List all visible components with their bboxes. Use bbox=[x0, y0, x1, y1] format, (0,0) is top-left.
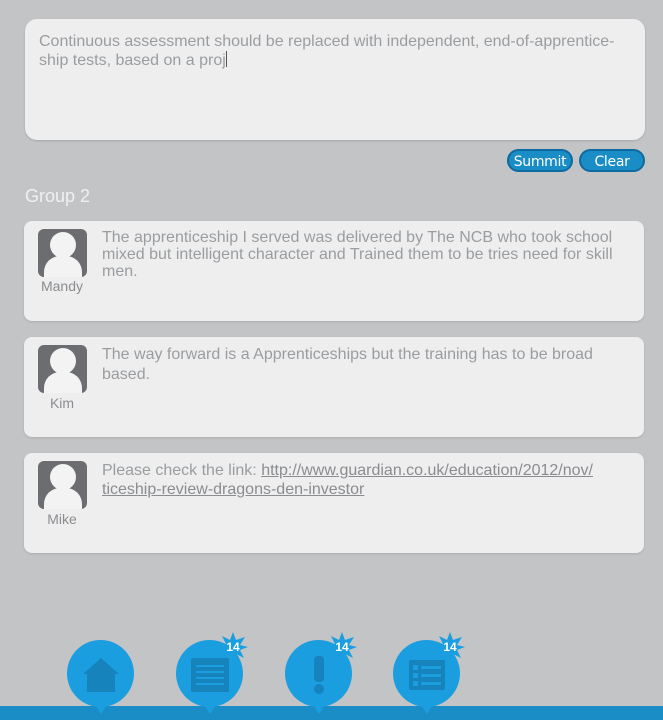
clear-button[interactable]: Clear bbox=[579, 149, 645, 172]
badge-count: 14 bbox=[226, 640, 240, 654]
post-text: The way forward is a Apprenticeships but… bbox=[102, 346, 593, 383]
badge-count: 14 bbox=[335, 640, 349, 654]
home-icon bbox=[83, 658, 119, 692]
post-card: Mandy The apprenticeship I served was de… bbox=[24, 221, 644, 321]
post-author: Mandy bbox=[40, 278, 84, 294]
documents-nav-button[interactable]: 14 bbox=[176, 632, 248, 720]
post-author: Kim bbox=[49, 395, 75, 411]
home-nav-button[interactable] bbox=[67, 640, 134, 720]
group-title: Group 2 bbox=[25, 186, 91, 206]
submit-button[interactable]: Summit bbox=[507, 149, 573, 172]
post-author: Mike bbox=[47, 511, 77, 527]
avatar bbox=[38, 345, 87, 393]
avatar bbox=[38, 229, 87, 277]
notification-badge: 14 bbox=[435, 632, 465, 662]
comment-input[interactable]: Continuous assessment should be replaced… bbox=[39, 32, 631, 70]
post-card: Kim The way forward is a Apprenticeships… bbox=[24, 337, 644, 437]
comment-composer[interactable]: Continuous assessment should be replaced… bbox=[25, 19, 645, 140]
post-text: The apprenticeship I served was delivere… bbox=[102, 229, 613, 280]
list-nav-button[interactable]: 14 bbox=[393, 632, 465, 720]
avatar bbox=[38, 461, 87, 509]
alerts-nav-button[interactable]: 14 bbox=[285, 632, 357, 720]
post-text: Please check the link: http://www.guardi… bbox=[102, 461, 632, 499]
post-card: Mike Please check the link: http://www.g… bbox=[24, 453, 644, 553]
notification-badge: 14 bbox=[327, 632, 357, 662]
badge-count: 14 bbox=[443, 640, 457, 654]
text-caret bbox=[225, 51, 227, 67]
comment-input-text: Continuous assessment should be replaced… bbox=[39, 33, 615, 69]
post-text-prefix: Please check the link: bbox=[102, 462, 262, 479]
notification-badge: 14 bbox=[218, 632, 248, 662]
